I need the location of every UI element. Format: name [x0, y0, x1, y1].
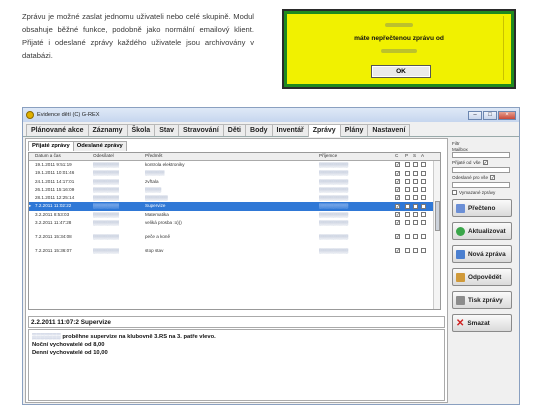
- col-s[interactable]: S: [411, 153, 419, 160]
- new-message-icon: [456, 249, 465, 259]
- received-all-checkbox[interactable]: ✓: [482, 160, 488, 165]
- col-recipient[interactable]: Příjemce: [317, 153, 393, 160]
- app-window: Evidence dětí (C) G-REX – □ × Plánované …: [22, 107, 520, 405]
- app-icon: [26, 111, 34, 119]
- mark-read-button[interactable]: Přečteno: [452, 199, 512, 217]
- table-header: Datum a čas Odesílatel Předmět Příjemce …: [29, 153, 440, 161]
- reply-button[interactable]: Odpovědět: [452, 268, 512, 286]
- scrollbar-thumb[interactable]: [435, 201, 440, 231]
- title-bar[interactable]: Evidence dětí (C) G-REX – □ ×: [23, 108, 519, 122]
- messages-panel: Přijaté zprávy Odeslané zprávy Datum a č…: [25, 138, 448, 403]
- tab-stravovani[interactable]: Stravování: [177, 124, 224, 136]
- filter-panel: Filtr Mailbox Přijaté od vše ✓ Odeslané pr…: [452, 141, 512, 195]
- close-button[interactable]: ×: [498, 110, 516, 120]
- tab-inventar[interactable]: Inventář: [271, 124, 309, 136]
- message-subject: 2.2.2011 11:07:2 Supervize: [28, 316, 445, 328]
- tab-zpravy[interactable]: Zprávy: [307, 124, 341, 137]
- tab-stav[interactable]: Stav: [154, 124, 179, 136]
- print-button[interactable]: Tisk zprávy: [452, 291, 512, 309]
- tab-zaznamy[interactable]: Záznamy: [87, 124, 128, 136]
- sent-all-checkbox[interactable]: ✓: [490, 175, 496, 180]
- mailbox-select[interactable]: [452, 152, 510, 158]
- col-p[interactable]: P: [403, 153, 411, 160]
- blurred-sender: [385, 23, 413, 27]
- filter-label: Filtr: [452, 141, 460, 146]
- sent-to-select[interactable]: [452, 182, 510, 188]
- blurred-name: [381, 49, 417, 53]
- main-tabs: Plánované akce Záznamy Škola Stav Stravo…: [23, 124, 519, 137]
- table-row[interactable]: 3.2.2011 11:47:28 ▒▒▒▒▒▒▒▒ veliká prosba :…: [29, 219, 440, 233]
- col-a[interactable]: A: [419, 153, 427, 160]
- minimize-button[interactable]: –: [468, 110, 482, 120]
- table-row[interactable]: 7.2.2011 15:34:08 ▒▒▒▒▒▒▒▒ peče a koně ▒▒▒▒…: [29, 233, 440, 247]
- refresh-icon: [456, 226, 465, 236]
- unread-message-notice: máte nepřečtenou zprávu od OK: [282, 9, 516, 89]
- document-paragraph: Zprávu je možné zaslat jednomu uživateli…: [22, 12, 254, 60]
- new-message-button[interactable]: Nová zpráva: [452, 245, 512, 263]
- table-row[interactable]: 19.1.2011 9:51:19 ▒▒▒▒▒▒▒▒ kontrola elektr…: [29, 161, 440, 169]
- read-icon: [456, 203, 465, 213]
- table-row[interactable]: 7.2.2011 15:36:07 ▒▒▒▒▒▒▒▒ stop stav ▒▒▒▒▒▒…: [29, 247, 440, 261]
- notice-message: máte nepřečtenou zprávu od: [354, 35, 444, 42]
- table-row[interactable]: 28.1.2011 12:25:14 ▒▒▒▒▒▒▒▒ ▒▒▒▒▒▒▒ ▒▒▒▒▒▒▒…: [29, 194, 440, 202]
- messages-table: Datum a čas Odesílatel Předmět Příjemce …: [28, 152, 441, 310]
- tab-received-messages[interactable]: Přijaté zprávy: [28, 141, 74, 151]
- tab-plany[interactable]: Plány: [339, 124, 369, 136]
- deleted-checkbox[interactable]: [452, 190, 457, 195]
- notice-body: máte nepřečtenou zprávu od OK: [284, 11, 514, 87]
- notice-scrollbar[interactable]: [503, 16, 509, 80]
- table-row-selected[interactable]: ▸ 7.2.2011 11:02:22 ▒▒▒▒▒▒▒▒ Supervize ▒▒▒▒▒…: [29, 202, 440, 211]
- maximize-button[interactable]: □: [483, 110, 497, 120]
- tab-deti[interactable]: Děti: [222, 124, 247, 136]
- sidebar: Filtr Mailbox Přijaté od vše ✓ Odeslané pr…: [452, 140, 518, 402]
- received-from-select[interactable]: [452, 167, 510, 173]
- table-scrollbar[interactable]: [433, 161, 440, 309]
- refresh-button[interactable]: Aktualizovat: [452, 222, 512, 240]
- table-row[interactable]: 3.2.2011 8:53:03 ▒▒▒▒▒▒▒▒ Matematika ▒▒▒▒▒▒…: [29, 211, 440, 219]
- window-title: Evidence dětí (C) G-REX: [37, 112, 100, 118]
- col-sender[interactable]: Odesílatel: [91, 153, 143, 160]
- printer-icon: [456, 295, 465, 305]
- col-subject[interactable]: Předmět: [143, 153, 317, 160]
- tab-sent-messages[interactable]: Odeslané zprávy: [72, 141, 127, 151]
- tab-nastaveni[interactable]: Nastavení: [367, 124, 411, 136]
- table-row[interactable]: 26.1.2011 15:16:09 ▒▒▒▒▒▒▒▒ ▒▒▒▒▒ ▒▒▒▒▒▒▒▒▒…: [29, 186, 440, 194]
- read-checkbox[interactable]: ✓: [395, 162, 400, 168]
- table-row[interactable]: 24.1.2011 14:17:01 ▒▒▒▒▒▒▒▒ zvřtala ▒▒▒▒▒▒▒…: [29, 178, 440, 186]
- ok-button[interactable]: OK: [371, 65, 431, 78]
- table-row[interactable]: 19.1.2011 10:01:46 ▒▒▒▒▒▒▒▒ ▒▒▒▒▒▒ ▒▒▒▒▒▒▒▒…: [29, 169, 440, 177]
- message-body: ▒▒▒▒▒▒▒ proběhne supervize na klubovně 3…: [28, 329, 445, 401]
- delete-icon: ✕: [456, 317, 465, 329]
- col-c[interactable]: C: [393, 153, 403, 160]
- tab-planovane-akce[interactable]: Plánované akce: [26, 124, 89, 136]
- delete-button[interactable]: ✕ Smazat: [452, 314, 512, 332]
- tab-body[interactable]: Body: [245, 124, 273, 136]
- reply-icon: [456, 272, 465, 282]
- col-date[interactable]: Datum a čas: [33, 153, 91, 160]
- tab-skola[interactable]: Škola: [126, 124, 156, 136]
